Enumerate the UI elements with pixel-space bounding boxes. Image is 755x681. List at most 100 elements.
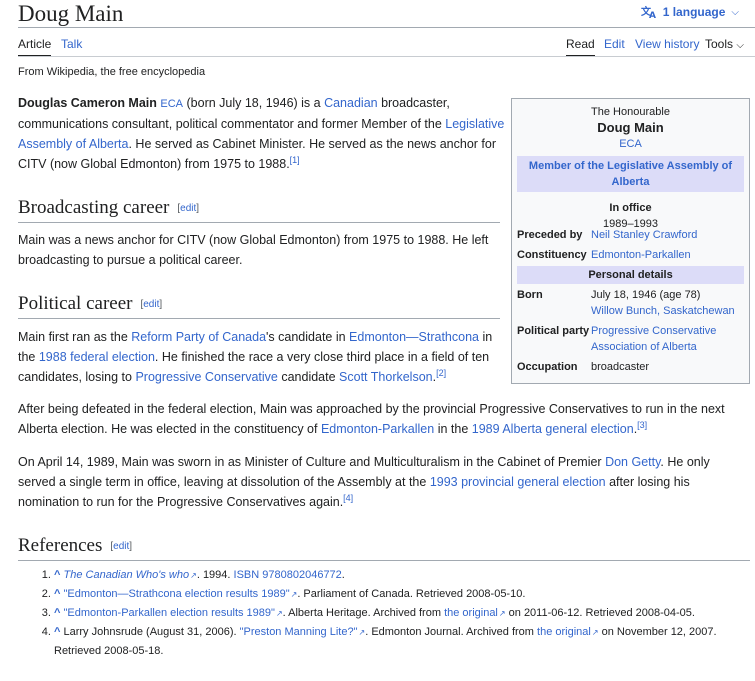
tagline: From Wikipedia, the free encyclopedia xyxy=(18,66,206,78)
external-link-icon: ↗ xyxy=(190,571,197,580)
text: On April 14, 1989, Main was sworn in as … xyxy=(18,455,606,469)
tools-menu[interactable]: Tools ⌵ xyxy=(705,37,744,53)
page-title: Doug Main xyxy=(18,1,124,26)
section-heading-references: References [edit] xyxy=(18,535,132,558)
edit-link[interactable]: edit xyxy=(180,203,196,214)
language-label: 1 language xyxy=(662,5,726,19)
intro-paragraph: Douglas Cameron Main ECA (born July 18, … xyxy=(18,93,506,174)
row-label: Occupation xyxy=(517,361,578,373)
section-heading-broadcasting: Broadcasting career [edit] xyxy=(18,197,199,220)
infobox-name: Doug Main xyxy=(597,120,664,135)
chevron-down-icon: ⌵ xyxy=(736,40,744,51)
alberta-election-1989-link[interactable]: 1989 Alberta general election xyxy=(472,422,634,436)
external-link-icon: ↗ xyxy=(498,609,506,618)
reform-party-link[interactable]: Reform Party of Canada xyxy=(131,330,266,344)
party-link[interactable]: Progressive Conservative Association of … xyxy=(591,323,744,355)
citation-2[interactable]: [2] xyxy=(436,368,446,378)
reference-item: ^ "Edmonton-Parkallen election results 1… xyxy=(54,604,738,623)
tools-label: Tools xyxy=(705,37,734,51)
text: candidate xyxy=(277,370,340,384)
row-value: July 18, 1946 (age 78) Willow Bunch, Sas… xyxy=(591,287,744,319)
citation-3[interactable]: [3] xyxy=(637,420,647,430)
row-label: Born xyxy=(517,289,543,301)
infobox-eca-link[interactable]: ECA xyxy=(619,138,642,150)
subject-name: Douglas Cameron Main xyxy=(18,96,157,110)
reference-item: ^ "Edmonton—Strathcona election results … xyxy=(54,585,738,604)
tab-view-history[interactable]: View history xyxy=(635,37,699,51)
text: . Parliament of Canada. Retrieved 2008-0… xyxy=(297,588,526,600)
office-link[interactable]: Member of the Legislative Assembly of Al… xyxy=(529,160,732,188)
text: . xyxy=(341,569,345,581)
federal-election-1988-link[interactable]: 1988 federal election xyxy=(39,350,155,364)
section-divider xyxy=(18,318,500,319)
section-divider xyxy=(18,222,500,223)
reference-link[interactable]: "Edmonton-Parkallen election results 198… xyxy=(64,607,275,619)
text: in the xyxy=(434,422,472,436)
tabs-divider xyxy=(18,56,755,57)
section-heading-political: Political career [edit] xyxy=(18,293,162,316)
svg-text:A: A xyxy=(649,11,656,19)
tab-talk[interactable]: Talk xyxy=(61,37,82,51)
external-link-icon: ↗ xyxy=(275,609,283,618)
edmonton-parkallen-link[interactable]: Edmonton-Parkallen xyxy=(321,422,434,436)
reference-link[interactable]: The Canadian Who's who xyxy=(64,569,190,581)
infobox: The Honourable Doug Main ECA Member of t… xyxy=(511,98,750,384)
text: 's candidate in xyxy=(266,330,350,344)
edit-link[interactable]: edit xyxy=(113,541,129,552)
text: (born July 18, 1946) is a xyxy=(183,96,325,110)
text: . 1994. xyxy=(196,569,234,581)
external-link-icon: ↗ xyxy=(591,628,599,637)
backlink-caret[interactable]: ^ xyxy=(54,569,60,581)
party-row: Political party Progressive Conservative… xyxy=(517,323,744,355)
heading-text: Political career xyxy=(18,293,133,314)
constituency-link[interactable]: Edmonton-Parkallen xyxy=(591,247,744,263)
provincial-election-1993-link[interactable]: 1993 provincial general election xyxy=(430,475,606,489)
reference-link[interactable]: "Preston Manning Lite?" xyxy=(240,626,358,638)
archive-original-link[interactable]: the original xyxy=(537,626,591,638)
occupation-value: broadcaster xyxy=(591,361,650,373)
text: on 2011-06-12. Retrieved 2008-04-05. xyxy=(505,607,695,619)
backlink-caret[interactable]: ^ xyxy=(54,626,60,638)
reference-item: ^ Larry Johnsrude (August 31, 2006). "Pr… xyxy=(54,623,738,661)
translate-icon: 文 A xyxy=(641,5,656,19)
eca-link[interactable]: ECA xyxy=(160,98,183,110)
row-label: Constituency xyxy=(517,249,587,261)
language-button[interactable]: 文 A 1 language ⌵ xyxy=(641,5,739,19)
text: . Edmonton Journal. Archived from xyxy=(365,626,538,638)
references-list: ^ The Canadian Who's who↗. 1994. ISBN 97… xyxy=(18,566,738,661)
edit-section: [edit] xyxy=(140,299,163,310)
edit-section: [edit] xyxy=(177,203,200,214)
text: Larry Johnsrude (August 31, 2006). xyxy=(63,626,240,638)
row-label: Preceded by xyxy=(517,229,583,241)
reference-link[interactable]: "Edmonton—Strathcona election results 19… xyxy=(64,588,290,600)
isbn-link[interactable]: ISBN 9780802046772 xyxy=(234,569,342,581)
tab-edit[interactable]: Edit xyxy=(604,37,625,51)
birth-date: July 18, 1946 (age 78) xyxy=(591,289,701,301)
row-label: Political party xyxy=(517,325,590,337)
predecessor-link[interactable]: Neil Stanley Crawford xyxy=(591,227,744,243)
progressive-conservative-link[interactable]: Progressive Conservative xyxy=(135,370,277,384)
archive-original-link[interactable]: the original xyxy=(444,607,498,619)
citation-4[interactable]: [4] xyxy=(343,493,353,503)
text: . Alberta Heritage. Archived from xyxy=(282,607,445,619)
infobox-honorific: The Honourable xyxy=(591,106,670,118)
birthplace-link[interactable]: Willow Bunch, Saskatchewan xyxy=(591,305,735,317)
preceded-by-row: Preceded by Neil Stanley Crawford xyxy=(517,227,744,243)
edit-link[interactable]: edit xyxy=(143,299,159,310)
don-getty-link[interactable]: Don Getty xyxy=(605,455,660,469)
chevron-down-icon: ⌵ xyxy=(731,6,739,18)
edmonton-strathcona-link[interactable]: Edmonton—Strathcona xyxy=(349,330,479,344)
section-divider xyxy=(18,560,750,561)
citation-1[interactable]: [1] xyxy=(290,155,300,165)
text: Main first ran as the xyxy=(18,330,132,344)
scott-thorkelson-link[interactable]: Scott Thorkelson xyxy=(339,370,433,384)
tab-read[interactable]: Read xyxy=(566,37,595,57)
infobox-office-header: Member of the Legislative Assembly of Al… xyxy=(517,156,744,192)
political-paragraph-3: On April 14, 1989, Main was sworn in as … xyxy=(18,452,748,512)
backlink-caret[interactable]: ^ xyxy=(54,607,60,619)
tab-article[interactable]: Article xyxy=(18,37,52,57)
born-row: Born July 18, 1946 (age 78) Willow Bunch… xyxy=(517,287,744,319)
backlink-caret[interactable]: ^ xyxy=(54,588,60,600)
canadian-link[interactable]: Canadian xyxy=(324,96,378,110)
personal-details-header: Personal details xyxy=(517,266,744,284)
